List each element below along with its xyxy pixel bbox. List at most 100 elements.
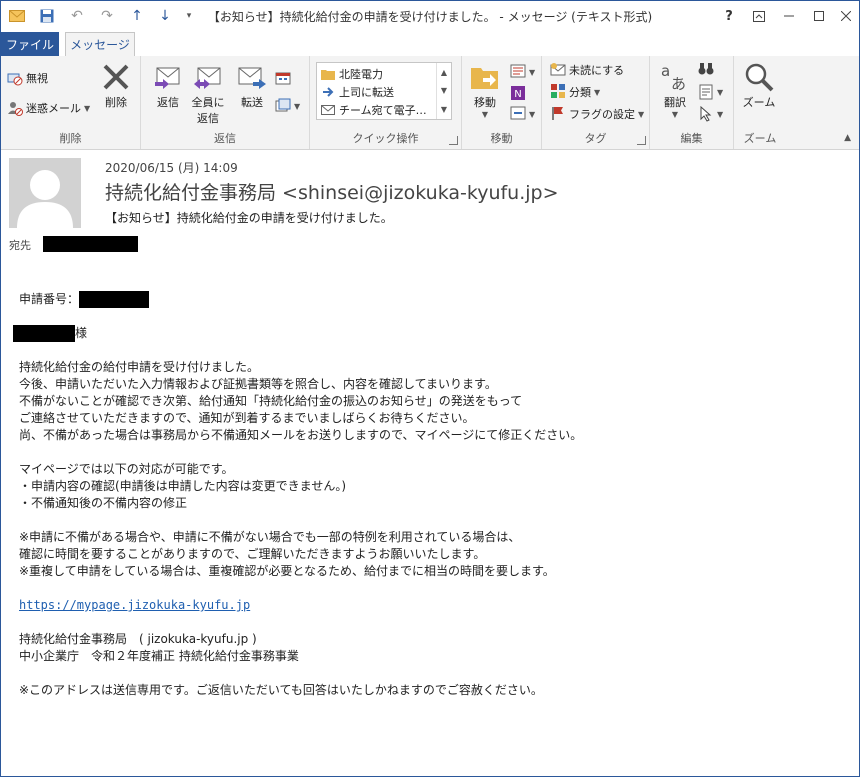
- tab-file[interactable]: ファイル: [1, 32, 59, 56]
- select-button[interactable]: ▼: [698, 105, 724, 122]
- move-button[interactable]: 移動 ▼: [468, 60, 502, 119]
- rules-button[interactable]: ▼: [510, 64, 535, 80]
- person-silhouette-icon: [17, 170, 73, 228]
- zoom-button[interactable]: ズーム: [742, 60, 776, 110]
- redacted-recipient: [43, 236, 138, 252]
- delete-button[interactable]: 削除: [99, 60, 133, 110]
- minimize-icon[interactable]: [774, 5, 804, 27]
- dialog-launcher-icon[interactable]: [637, 136, 646, 145]
- move-group-label: 移動: [490, 132, 513, 145]
- ribbon: 無視 迷惑メール ▼ 削除 削除 返信 全員に 返信 転送 ▼ 返信 北陸電力 …: [1, 56, 859, 150]
- categorize-button[interactable]: 分類 ▼: [550, 84, 600, 100]
- delete-group: 無視 迷惑メール ▼ 削除 削除: [1, 56, 141, 149]
- move-group: 移動 ▼ ▼ N ▼ 移動: [462, 56, 542, 149]
- more-respond-button[interactable]: ▼: [275, 98, 300, 114]
- onenote-button[interactable]: N: [510, 85, 529, 101]
- quick-step-item[interactable]: 北陸電力: [321, 66, 433, 82]
- follow-up-button[interactable]: フラグの設定 ▼: [550, 106, 644, 122]
- mark-unread-button[interactable]: 未読にする: [550, 62, 624, 78]
- cursor-icon: [698, 105, 714, 122]
- message-subject: 【お知らせ】持続化給付金の申請を受け付けました。: [105, 211, 393, 225]
- reply-all-button[interactable]: 全員に 返信: [191, 60, 225, 126]
- editing-group-label: 編集: [680, 132, 703, 145]
- editing-group: aあ 翻訳 ▼ ▼ ▼ 編集: [650, 56, 734, 149]
- body-line: ※申請に不備がある場合や、申請に不備がない場合でも一部の特例を利用されている場合…: [19, 530, 521, 544]
- related-button[interactable]: ▼: [698, 84, 723, 100]
- team-email-icon: [321, 104, 335, 116]
- honorific: 様: [75, 326, 88, 340]
- chevron-down-icon: ▼: [529, 109, 536, 119]
- junk-icon: [7, 100, 23, 116]
- chevron-down-icon: ▼: [294, 101, 301, 111]
- folder-icon: [321, 68, 335, 80]
- ribbon-display-options-icon[interactable]: [744, 5, 774, 27]
- to-label: 宛先: [9, 239, 31, 252]
- delete-x-icon: [99, 60, 133, 94]
- quick-steps-scrollbar[interactable]: ▲ ▼ ▼: [436, 63, 451, 119]
- body-line: 尚、不備があった場合は事務局から不備通知メールをお送りしますので、マイページにて…: [19, 428, 583, 442]
- quick-step-item[interactable]: チーム宛て電子…: [321, 102, 433, 118]
- related-icon: [698, 84, 714, 100]
- forward-to-manager-icon: [321, 86, 335, 98]
- body-line: 確認に時間を要することがありますので、ご理解いただきますようお願いいたします。: [19, 547, 486, 561]
- chevron-down-icon: ▼: [481, 110, 489, 119]
- meeting-button[interactable]: [275, 70, 294, 86]
- reply-button[interactable]: 返信: [151, 60, 185, 110]
- help-button[interactable]: ?: [714, 5, 744, 27]
- body-line: ・申請内容の確認(申請後は申請した内容は変更できません。): [19, 479, 347, 493]
- scroll-up-icon[interactable]: ▲: [441, 68, 447, 77]
- svg-text:N: N: [514, 89, 521, 100]
- quick-steps-gallery: 北陸電力 上司に転送 チーム宛て電子… ▲ ▼ ▼: [316, 62, 452, 120]
- reply-all-icon: [191, 60, 225, 94]
- ribbon-tabs: ファイル メッセージ: [1, 32, 859, 57]
- rules-icon: [510, 64, 526, 80]
- respond-group-label: 返信: [214, 132, 236, 145]
- more-respond-icon: [275, 98, 291, 114]
- quick-step-item[interactable]: 上司に転送: [321, 84, 433, 100]
- respond-group: 返信 全員に 返信 転送 ▼ 返信: [141, 56, 310, 149]
- recipient-name-line: 様: [13, 325, 839, 342]
- svg-text:a: a: [661, 62, 670, 80]
- meeting-icon: [275, 70, 291, 86]
- expand-gallery-icon[interactable]: ▼: [441, 105, 447, 114]
- sender-name[interactable]: 持続化給付金事務局 <shinsei@jizokuka-kyufu.jp>: [105, 178, 559, 205]
- actions-icon: [510, 106, 526, 122]
- forward-button[interactable]: 転送: [235, 60, 269, 110]
- translate-icon: aあ: [658, 60, 692, 94]
- forward-icon: [235, 60, 269, 94]
- svg-text:あ: あ: [671, 75, 686, 92]
- unread-envelope-icon: [550, 62, 566, 78]
- actions-button[interactable]: ▼: [510, 106, 535, 122]
- chevron-down-icon: ▼: [717, 87, 724, 97]
- translate-button[interactable]: aあ 翻訳 ▼: [658, 60, 692, 119]
- chevron-down-icon: ▼: [717, 109, 724, 119]
- close-icon[interactable]: [831, 5, 859, 27]
- reply-icon: [151, 60, 185, 94]
- signature-line: 中小企業庁 令和２年度補正 持続化給付金事務事業: [19, 649, 299, 663]
- dialog-launcher-icon[interactable]: [449, 136, 458, 145]
- find-button[interactable]: [698, 62, 717, 78]
- application-number-line: 申請番号：: [19, 291, 839, 308]
- move-folder-icon: [468, 60, 502, 94]
- redacted-application-number: [79, 291, 150, 308]
- sender-avatar: [9, 158, 81, 228]
- title-bar: ↶ ↷ ↑ ↓ ▾ 【お知らせ】持続化給付金の申請を受け付けました。 - メッセ…: [1, 1, 859, 32]
- application-number-label: 申請番号：: [19, 292, 80, 306]
- body-line: ご連絡させていただきますので、通知が到着するまでいましばらくお待ちください。: [19, 411, 475, 425]
- onenote-icon: N: [510, 85, 526, 101]
- chevron-down-icon: ▼: [529, 67, 536, 77]
- collapse-ribbon-icon[interactable]: ▲: [844, 133, 851, 143]
- sent-date: 2020/06/15 (月) 14:09: [105, 161, 238, 175]
- categorize-icon: [550, 84, 566, 100]
- mypage-link[interactable]: https://mypage.jizokuka-kyufu.jp: [19, 598, 250, 612]
- maximize-icon[interactable]: [804, 5, 834, 27]
- ignore-button[interactable]: 無視: [7, 70, 48, 86]
- junk-button[interactable]: 迷惑メール ▼: [7, 100, 90, 116]
- flag-icon: [550, 106, 566, 122]
- scroll-down-icon[interactable]: ▼: [441, 86, 447, 95]
- tags-group: 未読にする 分類 ▼ フラグの設定 ▼ タグ: [542, 56, 650, 149]
- body-line: ※重複して申請をしている場合は、重複確認が必要となるため、給付までに相当の時間を…: [19, 564, 555, 578]
- message-window: ↶ ↷ ↑ ↓ ▾ 【お知らせ】持続化給付金の申請を受け付けました。 - メッセ…: [0, 0, 860, 777]
- tab-message[interactable]: メッセージ: [65, 32, 135, 56]
- magnifier-icon: [742, 60, 776, 94]
